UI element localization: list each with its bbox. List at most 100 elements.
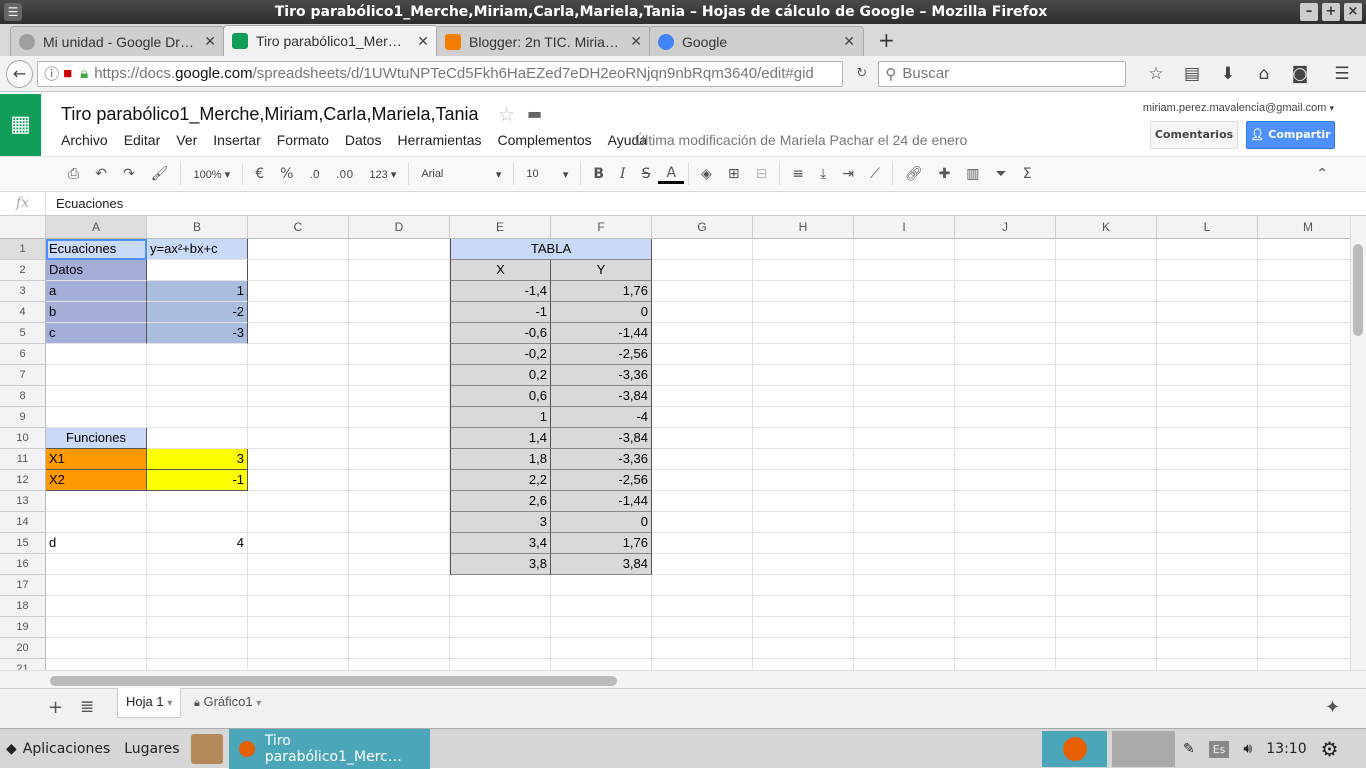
column-header-j[interactable]: J — [955, 216, 1056, 239]
row-header-12[interactable]: 12 — [0, 470, 46, 491]
cell-h18[interactable] — [753, 596, 854, 617]
workspace-2[interactable] — [1112, 731, 1175, 767]
cell-d11[interactable] — [349, 449, 450, 470]
blocked-content-icon[interactable]: ■ — [63, 65, 72, 82]
cell-m9[interactable] — [1258, 407, 1350, 428]
row-header-20[interactable]: 20 — [0, 638, 46, 659]
menu-ver[interactable]: Ver — [176, 132, 197, 148]
cell-c10[interactable] — [248, 428, 349, 449]
cell-c12[interactable] — [248, 470, 349, 491]
clock[interactable]: 13:10 — [1266, 741, 1306, 757]
cell-f20[interactable] — [551, 638, 652, 659]
cell-e21[interactable] — [450, 659, 551, 670]
cell-m16[interactable] — [1258, 554, 1350, 575]
cell-f15[interactable]: 1,76 — [551, 533, 652, 554]
row-header-2[interactable]: 2 — [0, 260, 46, 281]
cell-b2[interactable] — [147, 260, 248, 281]
filter-icon[interactable]: ⏷ — [988, 166, 1015, 182]
cell-c16[interactable] — [248, 554, 349, 575]
maximize-icon[interactable]: + — [1322, 3, 1340, 21]
cell-d12[interactable] — [349, 470, 450, 491]
cell-a16[interactable] — [46, 554, 147, 575]
cell-i14[interactable] — [854, 512, 955, 533]
cell-e7[interactable]: 0,2 — [450, 365, 551, 386]
row-header-10[interactable]: 10 — [0, 428, 46, 449]
align-left-icon[interactable]: ≡ — [784, 166, 812, 182]
cell-l16[interactable] — [1157, 554, 1258, 575]
cell-j13[interactable] — [955, 491, 1056, 512]
cell-g17[interactable] — [652, 575, 753, 596]
cell-b7[interactable] — [147, 365, 248, 386]
formula-input[interactable]: Ecuaciones — [46, 196, 123, 211]
text-color-icon[interactable]: A — [658, 165, 685, 184]
merge-cells-icon[interactable]: ⊟ — [748, 166, 776, 182]
cell-l2[interactable] — [1157, 260, 1258, 281]
column-header-k[interactable]: K — [1056, 216, 1157, 239]
cell-g16[interactable] — [652, 554, 753, 575]
cell-c5[interactable] — [248, 323, 349, 344]
url-bar[interactable]: ⓘ ■ 🔒︎ https://docs. google.com/spreadshe… — [37, 60, 844, 87]
menu-formato[interactable]: Formato — [277, 132, 329, 148]
cell-l13[interactable] — [1157, 491, 1258, 512]
increase-decimals-button[interactable]: .00 — [328, 168, 362, 181]
cell-l9[interactable] — [1157, 407, 1258, 428]
caret-down-icon[interactable]: ▾ — [256, 698, 261, 709]
cell-j2[interactable] — [955, 260, 1056, 281]
cell-e16[interactable]: 3,8 — [450, 554, 551, 575]
cell-h10[interactable] — [753, 428, 854, 449]
cell-d5[interactable] — [349, 323, 450, 344]
cell-c18[interactable] — [248, 596, 349, 617]
cell-h11[interactable] — [753, 449, 854, 470]
cell-c7[interactable] — [248, 365, 349, 386]
cell-j1[interactable] — [955, 239, 1056, 260]
cell-i13[interactable] — [854, 491, 955, 512]
cell-a20[interactable] — [46, 638, 147, 659]
cell-g12[interactable] — [652, 470, 753, 491]
cell-i3[interactable] — [854, 281, 955, 302]
vertical-align-icon[interactable]: ⤓ — [812, 166, 834, 182]
cell-a9[interactable] — [46, 407, 147, 428]
cell-j11[interactable] — [955, 449, 1056, 470]
cell-e18[interactable] — [450, 596, 551, 617]
cell-d8[interactable] — [349, 386, 450, 407]
cell-k11[interactable] — [1056, 449, 1157, 470]
cell-i2[interactable] — [854, 260, 955, 281]
share-button[interactable]: 👤︎ Compartir — [1246, 121, 1335, 149]
cell-j16[interactable] — [955, 554, 1056, 575]
cell-i4[interactable] — [854, 302, 955, 323]
browser-tab-blogger[interactable]: Blogger: 2n TIC. Miria… ✕ — [436, 26, 651, 56]
cell-a10[interactable]: Funciones — [46, 428, 147, 449]
cell-d21[interactable] — [349, 659, 450, 670]
decrease-decimals-button[interactable]: .0 — [301, 168, 328, 181]
cell-e11[interactable]: 1,8 — [450, 449, 551, 470]
cell-e6[interactable]: -0,2 — [450, 344, 551, 365]
italic-icon[interactable]: I — [612, 166, 634, 182]
cell-c15[interactable] — [248, 533, 349, 554]
cell-i1[interactable] — [854, 239, 955, 260]
cell-j10[interactable] — [955, 428, 1056, 449]
cell-f19[interactable] — [551, 617, 652, 638]
folder-icon[interactable]: ▬ — [527, 104, 542, 123]
row-header-19[interactable]: 19 — [0, 617, 46, 638]
cell-a12[interactable]: X2 — [46, 470, 147, 491]
cell-g14[interactable] — [652, 512, 753, 533]
cell-e10[interactable]: 1,4 — [450, 428, 551, 449]
insert-chart-icon[interactable]: ▥ — [958, 166, 987, 182]
cell-b10[interactable] — [147, 428, 248, 449]
cell-c17[interactable] — [248, 575, 349, 596]
cell-c9[interactable] — [248, 407, 349, 428]
cell-m2[interactable] — [1258, 260, 1350, 281]
info-icon[interactable]: ⓘ — [44, 63, 59, 84]
cell-a21[interactable] — [46, 659, 147, 670]
row-header-16[interactable]: 16 — [0, 554, 46, 575]
cell-j12[interactable] — [955, 470, 1056, 491]
cell-i16[interactable] — [854, 554, 955, 575]
cell-k9[interactable] — [1056, 407, 1157, 428]
cell-m14[interactable] — [1258, 512, 1350, 533]
select-all-corner[interactable] — [0, 216, 46, 239]
menu-editar[interactable]: Editar — [124, 132, 161, 148]
cell-d7[interactable] — [349, 365, 450, 386]
cell-h3[interactable] — [753, 281, 854, 302]
cell-i10[interactable] — [854, 428, 955, 449]
search-input[interactable]: ⚲ Buscar — [878, 60, 1126, 87]
